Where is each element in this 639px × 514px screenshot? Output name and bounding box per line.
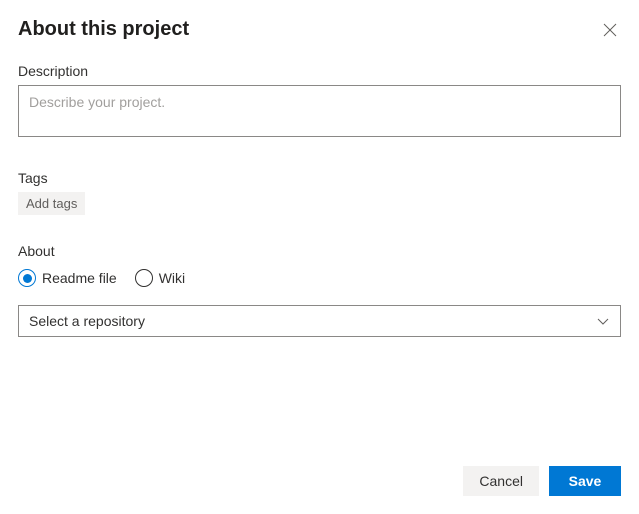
- radio-selected-icon: [18, 269, 36, 287]
- repository-dropdown[interactable]: Select a repository: [18, 305, 621, 337]
- description-input[interactable]: [18, 85, 621, 137]
- about-radio-group: Readme file Wiki: [18, 269, 621, 287]
- repository-dropdown-value: Select a repository: [29, 313, 145, 329]
- radio-wiki[interactable]: Wiki: [135, 269, 185, 287]
- close-icon: [603, 23, 617, 37]
- dialog-title: About this project: [18, 18, 189, 41]
- description-section: Description: [18, 63, 621, 142]
- add-tags-button[interactable]: Add tags: [18, 192, 85, 215]
- description-label: Description: [18, 63, 621, 79]
- radio-readme-label: Readme file: [42, 270, 117, 286]
- radio-unselected-icon: [135, 269, 153, 287]
- save-button[interactable]: Save: [549, 466, 621, 496]
- dialog-header: About this project: [18, 18, 621, 41]
- cancel-button[interactable]: Cancel: [463, 466, 539, 496]
- about-label: About: [18, 243, 621, 259]
- radio-readme[interactable]: Readme file: [18, 269, 117, 287]
- tags-label: Tags: [18, 170, 621, 186]
- about-section: About Readme file Wiki Select a reposito…: [18, 243, 621, 337]
- radio-wiki-label: Wiki: [159, 270, 185, 286]
- dialog-footer: Cancel Save: [463, 466, 621, 496]
- radio-dot-icon: [23, 274, 32, 283]
- tags-section: Tags Add tags: [18, 170, 621, 215]
- chevron-down-icon: [596, 314, 610, 328]
- close-button[interactable]: [599, 19, 621, 41]
